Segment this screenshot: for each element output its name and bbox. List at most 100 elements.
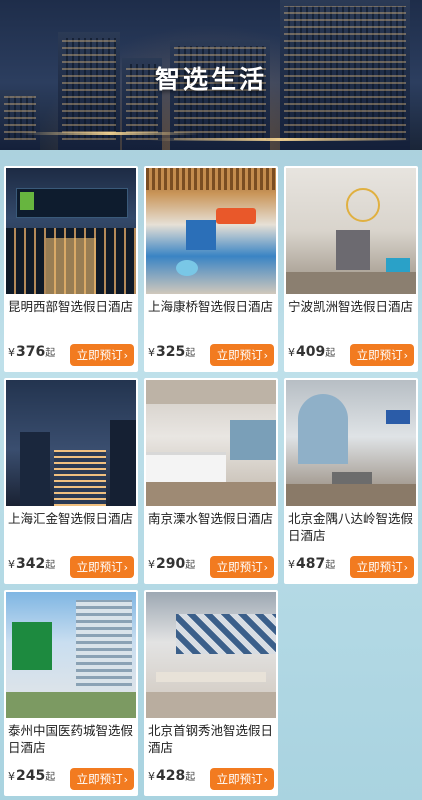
- price-unit: 起: [325, 348, 336, 359]
- book-now-label: 立即预订: [356, 348, 403, 362]
- book-now-button[interactable]: 立即预订›: [209, 344, 274, 366]
- hotel-price: ¥290起: [148, 556, 195, 572]
- hotel-name: 北京首钢秀池智选假日酒店: [148, 723, 274, 755]
- book-now-label: 立即预订: [76, 560, 123, 574]
- book-now-button[interactable]: 立即预订›: [69, 344, 134, 366]
- price-value: 428: [156, 768, 186, 784]
- floor: [146, 482, 276, 506]
- price-value: 245: [16, 768, 46, 784]
- dining-table: [156, 672, 266, 682]
- hero-banner: 智选生活: [0, 0, 422, 150]
- price-unit: 起: [45, 348, 56, 359]
- hotel-photo[interactable]: [146, 592, 276, 718]
- lawn: [6, 692, 136, 718]
- coffee-table: [332, 472, 372, 484]
- currency-symbol: ¥: [148, 558, 155, 571]
- hotel-name: 南京溧水智选假日酒店: [148, 511, 274, 526]
- hotel-card[interactable]: 泰州中国医药城智选假日酒店 ¥245起 立即预订›: [4, 590, 138, 796]
- hotel-name: 上海汇金智选假日酒店: [8, 511, 134, 526]
- hotel-photo[interactable]: [6, 168, 136, 294]
- wood-ceiling: [146, 168, 276, 190]
- price-value: 376: [16, 344, 46, 360]
- hotel-card[interactable]: 北京首钢秀池智选假日酒店 ¥428起 立即预订›: [144, 590, 278, 796]
- book-now-label: 立即预订: [76, 772, 123, 786]
- chevron-right-icon: ›: [263, 349, 268, 362]
- hotel-name: 北京金隅八达岭智选假日酒店: [288, 511, 414, 543]
- hotel-photo[interactable]: [6, 380, 136, 506]
- price-value: 325: [156, 344, 186, 360]
- hotel-photo[interactable]: [286, 380, 416, 506]
- hotel-price: ¥409起: [288, 344, 335, 360]
- hotel-photo[interactable]: [146, 380, 276, 506]
- book-now-button[interactable]: 立即预订›: [69, 768, 134, 790]
- blue-panel: [186, 220, 216, 250]
- currency-symbol: ¥: [148, 770, 155, 783]
- stool: [176, 260, 198, 276]
- price-value: 290: [156, 556, 186, 572]
- hotel-card[interactable]: 昆明西部智选假日酒店 ¥376起 立即预订›: [4, 166, 138, 372]
- chevron-right-icon: ›: [403, 349, 408, 362]
- book-now-label: 立即预订: [216, 772, 263, 786]
- hotel-name: 泰州中国医药城智选假日酒店: [8, 723, 134, 755]
- hotel-card[interactable]: 上海汇金智选假日酒店 ¥342起 立即预订›: [4, 378, 138, 584]
- currency-symbol: ¥: [148, 346, 155, 359]
- chevron-right-icon: ›: [123, 773, 128, 786]
- hotel-name: 上海康桥智选假日酒店: [148, 299, 274, 314]
- currency-symbol: ¥: [8, 346, 15, 359]
- bed: [146, 452, 226, 485]
- logo-sign: [12, 622, 52, 670]
- chevron-right-icon: ›: [123, 561, 128, 574]
- book-now-button[interactable]: 立即预订›: [209, 768, 274, 790]
- currency-symbol: ¥: [8, 558, 15, 571]
- book-now-label: 立即预订: [356, 560, 403, 574]
- lobby-light: [46, 238, 96, 294]
- floor: [286, 272, 416, 294]
- hotel-building: [54, 450, 106, 506]
- hotel-card[interactable]: 北京金隅八达岭智选假日酒店 ¥487起 立即预订›: [284, 378, 418, 584]
- price-value: 409: [296, 344, 326, 360]
- hotel-photo[interactable]: [286, 168, 416, 294]
- book-now-button[interactable]: 立即预订›: [349, 556, 414, 578]
- tower: [20, 432, 50, 506]
- book-now-button[interactable]: 立即预订›: [69, 556, 134, 578]
- price-value: 487: [296, 556, 326, 572]
- hotel-name: 宁波凯洲智选假日酒店: [288, 299, 414, 314]
- floor: [286, 484, 416, 506]
- chevron-right-icon: ›: [403, 561, 408, 574]
- price-unit: 起: [185, 348, 196, 359]
- book-now-label: 立即预订: [76, 348, 123, 362]
- hotel-card[interactable]: 上海康桥智选假日酒店 ¥325起 立即预订›: [144, 166, 278, 372]
- book-now-label: 立即预订: [216, 560, 263, 574]
- book-now-label: 立即预订: [216, 348, 263, 362]
- banner-building: [0, 90, 40, 150]
- light-streak: [20, 132, 200, 135]
- hotel-price: ¥428起: [148, 768, 195, 784]
- currency-symbol: ¥: [8, 770, 15, 783]
- geometric-wall: [176, 614, 276, 654]
- chevron-right-icon: ›: [263, 561, 268, 574]
- price-unit: 起: [185, 772, 196, 783]
- logo-icon: [20, 192, 34, 210]
- hotel-photo[interactable]: [146, 168, 276, 294]
- hotel-price: ¥376起: [8, 344, 55, 360]
- hotel-name: 昆明西部智选假日酒店: [8, 299, 134, 314]
- currency-symbol: ¥: [288, 346, 295, 359]
- tower: [110, 420, 136, 506]
- banner-title: 智选生活: [154, 65, 267, 94]
- wall-sign: [386, 410, 410, 424]
- hotel-building: [76, 600, 132, 690]
- book-now-button[interactable]: 立即预订›: [349, 344, 414, 366]
- window: [230, 420, 276, 460]
- floor: [146, 692, 276, 718]
- feature-wall: [336, 230, 370, 270]
- hotel-card[interactable]: 南京溧水智选假日酒店 ¥290起 立即预订›: [144, 378, 278, 584]
- hotel-photo[interactable]: [6, 592, 136, 718]
- arched-window: [298, 394, 348, 464]
- hotel-card[interactable]: 宁波凯洲智选假日酒店 ¥409起 立即预订›: [284, 166, 418, 372]
- orange-lamp: [216, 208, 256, 224]
- ceiling: [146, 380, 276, 404]
- price-unit: 起: [325, 560, 336, 571]
- book-now-button[interactable]: 立即预订›: [209, 556, 274, 578]
- chevron-right-icon: ›: [123, 349, 128, 362]
- hotel-price: ¥487起: [288, 556, 335, 572]
